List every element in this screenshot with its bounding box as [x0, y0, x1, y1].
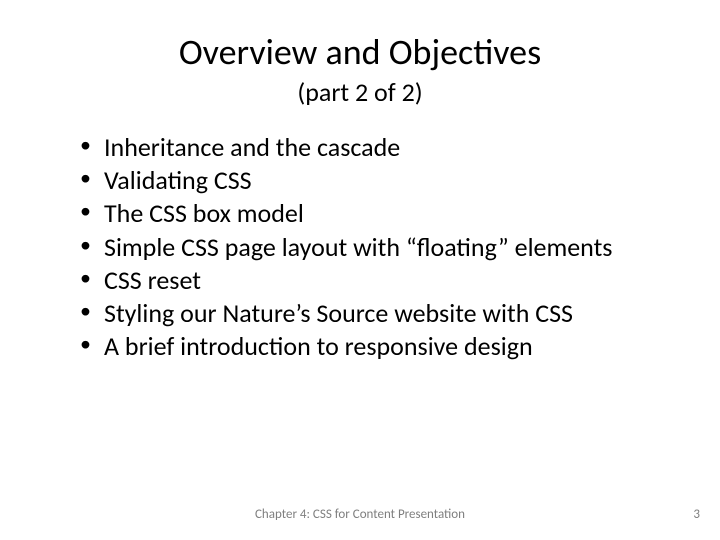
bullet-list: Inheritance and the cascade Validating C… — [40, 132, 680, 362]
footer-text: Chapter 4: CSS for Content Presentation — [0, 507, 720, 522]
slide-subtitle: (part 2 of 2) — [40, 76, 680, 108]
list-item: Inheritance and the cascade — [80, 132, 680, 163]
list-item: CSS reset — [80, 265, 680, 296]
list-item: The CSS box model — [80, 198, 680, 229]
list-item: Validating CSS — [80, 165, 680, 196]
list-item: Styling our Nature’s Source website with… — [80, 298, 680, 329]
slide: Overview and Objectives (part 2 of 2) In… — [0, 0, 720, 540]
list-item: A brief introduction to responsive desig… — [80, 331, 680, 362]
list-item: Simple CSS page layout with “floating” e… — [80, 232, 680, 263]
page-number: 3 — [693, 507, 700, 522]
slide-title: Overview and Objectives — [40, 30, 680, 74]
